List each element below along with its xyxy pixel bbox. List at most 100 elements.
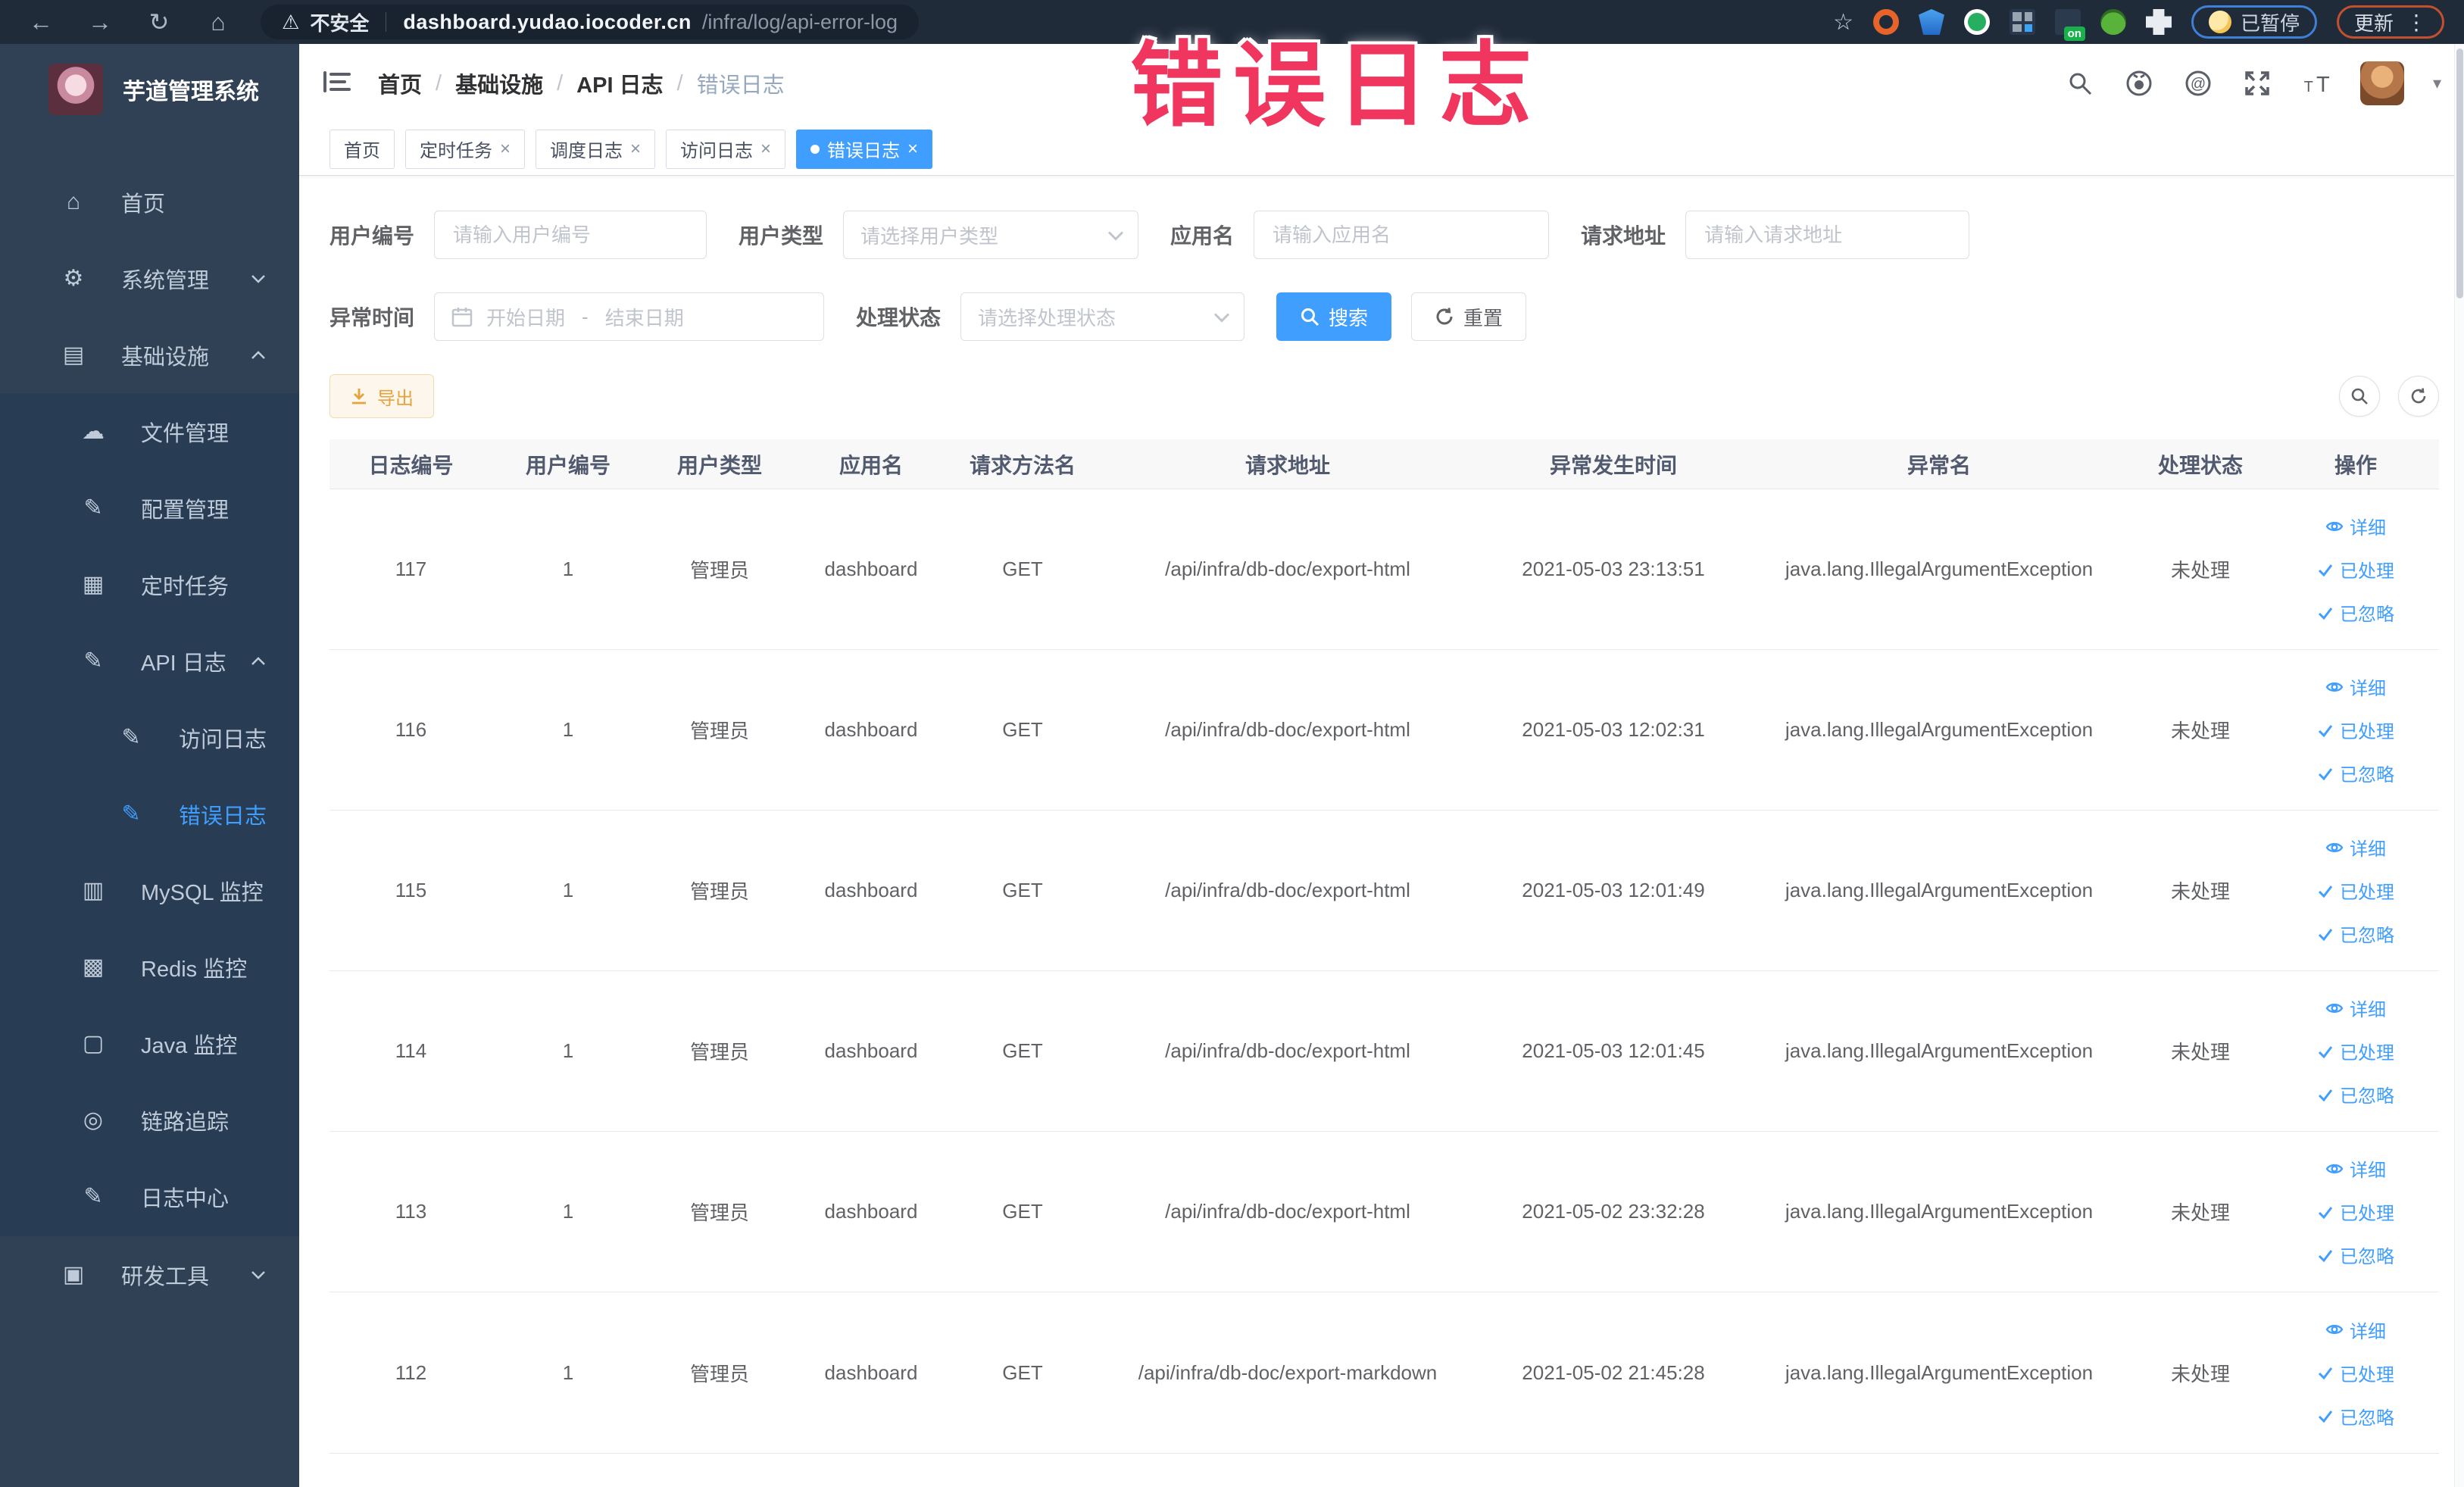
start-date-placeholder[interactable]: 开始日期 (486, 303, 565, 331)
app-logo-row[interactable]: 芋道管理系统 (0, 44, 299, 135)
sidebar-item-首页[interactable]: ⌂ 首页 (0, 164, 299, 240)
action-已处理[interactable]: 已处理 (2317, 717, 2394, 743)
action-已处理[interactable]: 已处理 (2317, 556, 2394, 583)
app-name-input[interactable] (1254, 211, 1550, 259)
github-icon[interactable] (2124, 68, 2154, 98)
end-date-placeholder[interactable]: 结束日期 (605, 303, 684, 331)
sidebar-item-label: MySQL 监控 (141, 880, 264, 905)
sidebar-item-基础设施[interactable]: ▤ 基础设施 (0, 317, 299, 393)
action-详细[interactable]: 详细 (2325, 513, 2386, 539)
help-icon[interactable]: @ (2183, 68, 2213, 98)
request-url-label: 请求地址 (1581, 224, 1666, 248)
sidebar-item-Redis 监控[interactable]: ▩ Redis 监控 (0, 929, 299, 1005)
breadcrumb-api-log[interactable]: API 日志 (576, 67, 663, 99)
action-已忽略[interactable]: 已忽略 (2317, 760, 2394, 786)
browser-forward-icon[interactable]: → (85, 8, 115, 36)
sidebar-item-配置管理[interactable]: ✎ 配置管理 (0, 470, 299, 546)
sidebar-item-label: Java 监控 (141, 1033, 238, 1058)
browser-home-icon[interactable]: ⌂ (203, 8, 233, 36)
security-label[interactable]: 不安全 (310, 8, 369, 36)
extension-green-circle-icon[interactable] (1963, 9, 1990, 35)
action-详细[interactable]: 详细 (2325, 1155, 2386, 1182)
action-已处理[interactable]: 已处理 (2317, 877, 2394, 904)
close-icon[interactable]: × (500, 139, 511, 158)
action-详细[interactable]: 详细 (2325, 673, 2386, 700)
export-button[interactable]: 导出 (329, 374, 434, 418)
reset-button[interactable]: 重置 (1411, 292, 1527, 341)
sidebar-item-日志中心[interactable]: ✎ 日志中心 (0, 1158, 299, 1235)
sidebar-item-链路追踪[interactable]: ◎ 链路追踪 (0, 1082, 299, 1158)
action-详细[interactable]: 详细 (2325, 995, 2386, 1021)
user-id-field[interactable] (451, 222, 690, 248)
sidebar-item-错误日志[interactable]: ✎ 错误日志 (0, 776, 299, 852)
browser-reload-icon[interactable]: ↻ (144, 8, 174, 36)
font-size-icon[interactable]: TT (2301, 68, 2331, 98)
action-已忽略[interactable]: 已忽略 (2317, 1403, 2394, 1429)
tab-调度日志[interactable]: 调度日志 × (536, 129, 656, 169)
action-详细[interactable]: 详细 (2325, 834, 2386, 861)
close-icon[interactable]: × (907, 139, 918, 158)
action-已处理[interactable]: 已处理 (2317, 1360, 2394, 1386)
refresh-table-button[interactable] (2398, 376, 2439, 417)
action-详细[interactable]: 详细 (2325, 1317, 2386, 1343)
close-icon[interactable]: × (630, 139, 641, 158)
address-bar[interactable]: ⚠ 不安全 dashboard.yudao.iocoder.cn/infra/l… (261, 5, 920, 39)
sidebar-item-系统管理[interactable]: ⚙ 系统管理 (0, 240, 299, 317)
user-menu-caret-icon[interactable]: ▾ (2433, 73, 2441, 93)
scrollbar-thumb[interactable] (2456, 48, 2463, 298)
close-icon[interactable]: × (760, 139, 771, 158)
user-type-select[interactable]: 请选择用户类型 (843, 211, 1139, 259)
extension-grid-icon[interactable] (2009, 9, 2035, 35)
action-已忽略[interactable]: 已忽略 (2317, 1081, 2394, 1107)
fullscreen-icon[interactable] (2242, 68, 2272, 98)
cell-actions: 详细 已处理 已忽略 (2272, 495, 2439, 644)
date-range-picker[interactable]: 开始日期 - 结束日期 (434, 292, 825, 341)
action-已忽略[interactable]: 已忽略 (2317, 1242, 2394, 1268)
tab-访问日志[interactable]: 访问日志 × (666, 129, 786, 169)
tab-首页[interactable]: 首页 (329, 129, 395, 169)
scrollbar-track[interactable] (2454, 44, 2464, 1487)
user-avatar[interactable] (2359, 61, 2404, 105)
job-icon: ▦ (82, 572, 105, 597)
request-url-field[interactable] (1703, 222, 1953, 248)
request-url-input[interactable] (1685, 211, 1970, 259)
extension-orange-ring-icon[interactable] (1872, 9, 1899, 35)
action-已处理[interactable]: 已处理 (2317, 1198, 2394, 1225)
breadcrumb-infra[interactable]: 基础设施 (455, 67, 543, 99)
sidebar-item-API 日志[interactable]: ✎ API 日志 (0, 623, 299, 699)
breadcrumb-home[interactable]: 首页 (378, 67, 422, 99)
process-status-select[interactable]: 请选择处理状态 (960, 292, 1245, 341)
extension-blue-shield-icon[interactable] (1918, 9, 1944, 35)
toggle-search-button[interactable] (2339, 376, 2380, 417)
sidebar-item-研发工具[interactable]: ▣ 研发工具 (0, 1236, 299, 1313)
url-path[interactable]: /infra/log/api-error-log (702, 11, 898, 34)
action-已处理[interactable]: 已处理 (2317, 1038, 2394, 1064)
browser-back-icon[interactable]: ← (26, 8, 56, 36)
check-icon (2318, 607, 2333, 620)
tab-错误日志[interactable]: 错误日志 × (796, 129, 933, 169)
extensions-puzzle-icon[interactable] (2145, 9, 2172, 35)
sidebar-item-Java 监控[interactable]: ▢ Java 监控 (0, 1005, 299, 1082)
process-status-label: 处理状态 (856, 306, 942, 330)
bookmark-star-icon[interactable]: ☆ (1833, 9, 1853, 36)
user-id-input[interactable] (434, 211, 707, 259)
url-host[interactable]: dashboard.yudao.iocoder.cn (403, 11, 692, 34)
browser-update-button[interactable]: 更新 ⋮ (2336, 5, 2444, 39)
sidebar-item-MySQL 监控[interactable]: ▥ MySQL 监控 (0, 852, 299, 929)
sidebar-item-文件管理[interactable]: ☁ 文件管理 (0, 393, 299, 470)
app-name-field[interactable] (1271, 222, 1532, 248)
extension-sprout-icon[interactable] (2100, 9, 2126, 35)
action-已忽略[interactable]: 已忽略 (2317, 599, 2394, 626)
column-header-异常名: 异常名 (1907, 453, 1971, 477)
browser-menu-icon[interactable]: ⋮ (2406, 10, 2427, 35)
tab-label: 首页 (344, 141, 380, 161)
paused-profile-chip[interactable]: 已暂停 (2191, 5, 2317, 39)
sidebar-item-定时任务[interactable]: ▦ 定时任务 (0, 546, 299, 623)
search-button[interactable]: 搜索 (1276, 292, 1392, 341)
header-search-icon[interactable] (2065, 68, 2095, 98)
hamburger-icon[interactable] (323, 70, 351, 98)
action-已忽略[interactable]: 已忽略 (2317, 920, 2394, 947)
sidebar-item-访问日志[interactable]: ✎ 访问日志 (0, 699, 299, 776)
extension-on-toggle-icon[interactable] (2054, 9, 2085, 41)
tab-定时任务[interactable]: 定时任务 × (405, 129, 526, 169)
